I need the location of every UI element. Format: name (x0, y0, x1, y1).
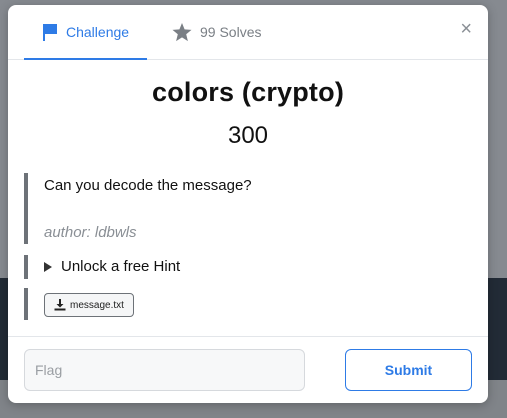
tab-challenge-label: Challenge (66, 23, 130, 40)
hint-label: Unlock a free Hint (61, 258, 181, 275)
tab-challenge[interactable]: Challenge (24, 5, 147, 60)
submit-button[interactable]: Submit (345, 349, 472, 391)
file-name: message.txt (70, 299, 124, 311)
challenge-description: Can you decode the message? (44, 177, 252, 194)
close-icon: × (460, 18, 472, 40)
star-icon (172, 22, 192, 42)
hint-bar (24, 255, 28, 279)
challenge-author: author: ldbwls (44, 224, 137, 241)
file-download-button[interactable]: message.txt (44, 293, 134, 317)
file-bar (24, 288, 28, 320)
download-icon (54, 299, 66, 311)
tab-bar: Challenge 99 Solves × (8, 5, 488, 60)
challenge-points: 300 (227, 122, 269, 149)
hint-toggle[interactable]: Unlock a free Hint (44, 258, 180, 275)
description-bar (24, 173, 28, 244)
close-button[interactable]: × (460, 19, 472, 39)
footer-divider (8, 336, 488, 337)
flag-icon (42, 23, 58, 41)
flag-input[interactable] (24, 349, 305, 391)
tab-solves[interactable]: 99 Solves (172, 5, 261, 59)
tab-solves-label: 99 Solves (200, 24, 262, 40)
disclosure-triangle-icon (44, 261, 52, 272)
challenge-modal: Challenge 99 Solves × colors (crypto) 30… (8, 5, 488, 403)
challenge-title: colors (crypto) (151, 77, 345, 107)
